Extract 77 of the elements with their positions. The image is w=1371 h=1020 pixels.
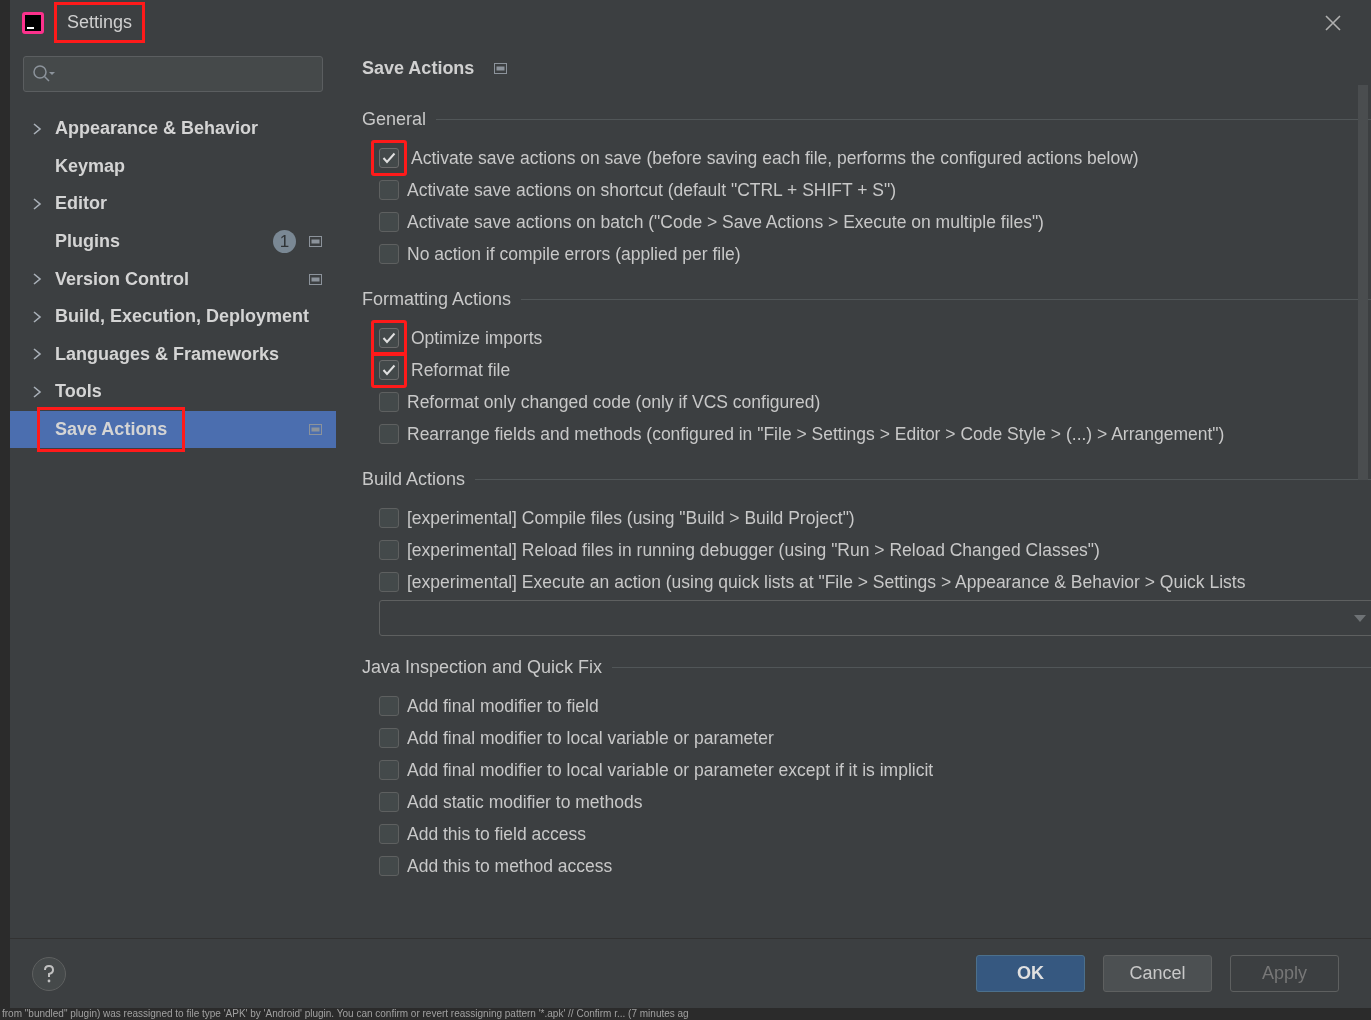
chevron-icon[interactable] [32,272,42,287]
sidebar-label: Version Control [54,267,190,291]
page-icon [494,63,508,74]
chevron-icon[interactable] [32,309,42,324]
search-field[interactable] [23,56,323,92]
checkbox[interactable] [379,540,399,560]
chevron-icon[interactable] [32,121,42,136]
sidebar-label: Tools [54,380,103,404]
sidebar-item[interactable]: Appearance & Behavior [10,110,336,148]
section-title: Build Actions [362,467,466,491]
sidebar-item[interactable]: Version Control [10,260,336,298]
checkbox-label: Reformat file [411,358,511,382]
checkbox-label: Add final modifier to local variable or parameter [407,726,774,750]
checkbox-label: Add final modifier to local variable or parameter except if it is implicit [407,758,934,782]
checkbox-label: Add static modifier to methods [407,790,643,814]
page-icon [309,273,322,285]
sidebar-label: Keymap [54,154,127,178]
sidebar-label: Appearance & Behavior [54,117,260,141]
page-title: Save Actions [362,57,475,80]
search-icon [32,64,56,84]
sidebar-label: Editor [54,192,108,216]
checkbox-label: Rearrange fields and methods (configured in "File > Settings > Editor > Code Style > (...) > Arrangement") [407,422,1225,446]
checkbox[interactable] [379,148,399,168]
sidebar-label: Languages & Frameworks [54,342,281,366]
checkbox-label: Optimize imports [411,326,543,350]
app-logo-icon [22,11,44,34]
checkbox[interactable] [379,728,399,748]
dialog-button[interactable]: OK [976,955,1085,992]
checkbox-label: Activate save actions on shortcut (default "CTRL + SHIFT + S") [407,178,897,202]
checkbox-label: Add final modifier to field [407,694,599,718]
dropdown[interactable] [379,600,1371,636]
dropdown-arrow-icon [1354,614,1366,622]
checkbox[interactable] [379,792,399,812]
sidebar-label: Build, Execution, Deployment [54,305,311,329]
checkbox[interactable] [379,392,399,412]
sidebar-item[interactable]: Plugins 1 [10,222,336,261]
sidebar-item[interactable]: Editor [10,185,336,223]
checkbox[interactable] [379,696,399,716]
section-title: Formatting Actions [362,287,512,311]
section-title: Java Inspection and Quick Fix [362,655,603,679]
checkbox-label: Activate save actions on batch ("Code > Save Actions > Execute on multiple files") [407,210,1044,234]
chevron-icon[interactable] [32,384,42,399]
checkbox-label: Activate save actions on save (before saving each file, performs the configured actions below) [411,146,1139,170]
checkbox[interactable] [379,180,399,200]
help-button[interactable] [32,956,66,991]
checkbox[interactable] [379,328,399,348]
checkbox[interactable] [379,760,399,780]
chevron-icon[interactable] [32,197,42,211]
section-title: General [362,107,427,131]
sidebar-label: Save Actions [37,407,186,453]
checkbox-label: [experimental] Reload files in running debugger (using "Run > Reload Changed Classes") [407,538,1100,562]
dialog-button[interactable]: Cancel [1103,955,1212,992]
checkbox-label: [experimental] Execute an action (using quick lists at "File > Settings > Appearance & Behavior > Quick Lists [407,570,1246,594]
checkbox-label: No action if compile errors (applied per file) [407,242,741,266]
window-title: Settings [54,2,146,43]
checkbox[interactable] [379,244,399,264]
checkbox[interactable] [379,856,399,876]
checkbox[interactable] [379,824,399,844]
checkbox-label: Reformat only changed code (only if VCS configured) [407,390,821,414]
checkbox[interactable] [379,508,399,528]
checkbox-label: Add this to field access [407,822,586,846]
sidebar-label: Plugins [54,230,121,254]
page-icon [309,424,322,436]
count-badge: 1 [273,230,296,254]
close-icon[interactable] [1325,14,1341,31]
sidebar-item[interactable]: Languages & Frameworks [10,335,336,374]
checkbox[interactable] [379,360,399,380]
help-icon [43,964,55,983]
checkbox[interactable] [379,212,399,232]
checkbox-label: [experimental] Compile files (using "Build > Build Project") [407,506,855,530]
checkbox[interactable] [379,572,399,592]
sidebar-item[interactable]: Build, Execution, Deployment [10,297,336,336]
sidebar-item[interactable]: Keymap [10,147,336,186]
page-icon [309,236,322,248]
checkbox-label: Add this to method access [407,854,613,878]
chevron-icon[interactable] [32,347,42,362]
checkbox[interactable] [379,424,399,444]
